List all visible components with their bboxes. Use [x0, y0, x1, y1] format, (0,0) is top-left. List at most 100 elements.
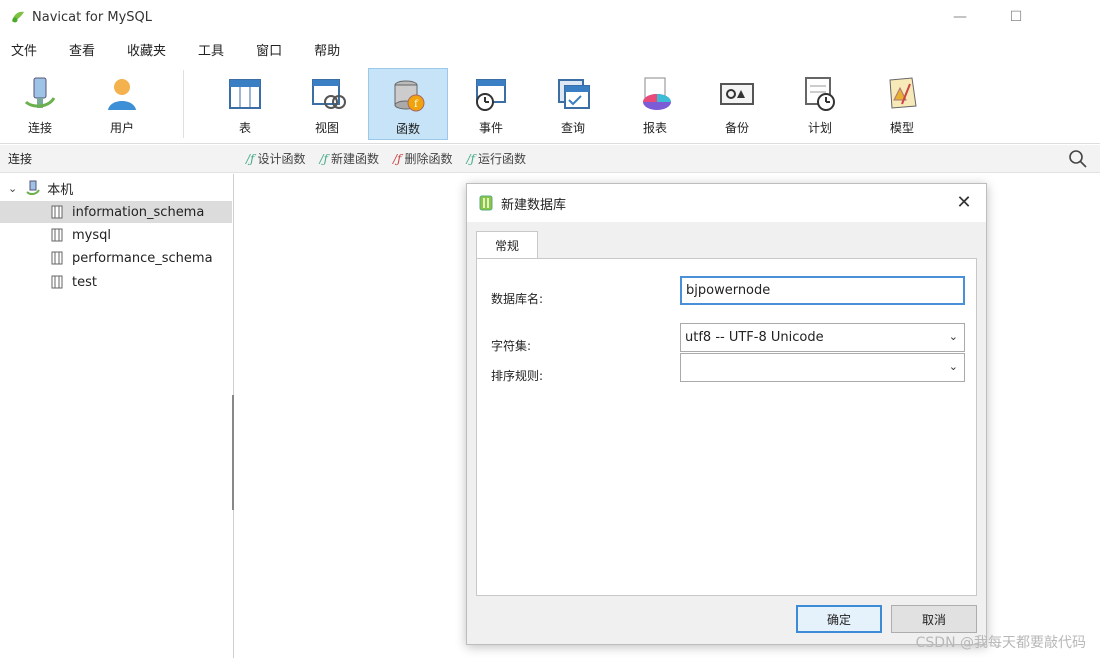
toolbar-report-button[interactable]: 报表: [615, 68, 695, 140]
function-new-icon: /ƒ: [319, 151, 328, 166]
connection-tree: ⌄ 本机 information_schema mysql performanc…: [0, 174, 234, 658]
run-function-label: 运行函数: [477, 152, 526, 166]
pane-splitter[interactable]: [232, 395, 238, 510]
general-tab-panel: 数据库名: bjpowernode 字符集: utf8 -- UTF-8 Uni…: [476, 258, 977, 596]
chevron-down-icon: ⌄: [948, 330, 958, 343]
tree-item-label: mysql: [72, 227, 111, 243]
toolbar-schedule-label: 计划: [807, 121, 832, 135]
event-clock-icon: [476, 79, 506, 111]
menu-favorites[interactable]: 收藏夹: [116, 40, 177, 59]
charset-select[interactable]: utf8 -- UTF-8 Unicode ⌄: [680, 323, 965, 352]
tree-item-mysql[interactable]: mysql: [0, 224, 232, 246]
database-new-icon: [479, 195, 493, 211]
menu-bar: 文件 查看 收藏夹 工具 窗口 帮助: [0, 36, 1100, 62]
toolbar-event-label: 事件: [478, 121, 503, 135]
toolbar-user-label: 用户: [109, 121, 134, 135]
new-function-label: 新建函数: [330, 152, 379, 166]
tree-connection-label: 本机: [47, 182, 74, 198]
cancel-button[interactable]: 取消: [891, 605, 977, 633]
toolbar-function-label: 函数: [395, 122, 420, 136]
object-toolbar: 连接 /ƒ 设计函数 /ƒ 新建函数 /ƒ 删除函数 /ƒ 运行函数: [0, 145, 1100, 173]
menu-help[interactable]: 帮助: [303, 40, 351, 59]
dialog-title: 新建数据库: [501, 197, 567, 213]
db-name-input[interactable]: bjpowernode: [680, 276, 965, 305]
charset-label: 字符集:: [491, 339, 532, 353]
toolbar-model-button[interactable]: 模型: [862, 68, 942, 140]
collation-select[interactable]: ⌄: [680, 353, 965, 382]
report-icon: [643, 77, 671, 110]
search-icon[interactable]: [1068, 149, 1088, 169]
model-icon: [889, 77, 917, 109]
toolbar-report-label: 报表: [642, 121, 667, 135]
run-function-button[interactable]: /ƒ 运行函数: [467, 150, 527, 167]
toolbar-query-label: 查询: [560, 121, 585, 135]
menu-file[interactable]: 文件: [0, 40, 48, 59]
toolbar-backup-button[interactable]: 备份: [697, 68, 777, 140]
toolbar-event-button[interactable]: 事件: [451, 68, 531, 140]
function-delete-icon: /ƒ: [393, 151, 402, 166]
tree-item-label: test: [72, 274, 97, 290]
main-toolbar: 连接 用户 表 视图 f 函数 事件 查询 报表 备份 计划 模型: [0, 64, 1100, 144]
database-icon: [51, 205, 63, 219]
toolbar-user-button[interactable]: 用户: [82, 68, 162, 140]
function-run-icon: /ƒ: [466, 151, 475, 166]
tree-item-label: performance_schema: [72, 250, 213, 266]
chevron-down-icon: ⌄: [948, 360, 958, 373]
function-icon: f: [394, 80, 425, 112]
delete-function-label: 删除函数: [404, 152, 453, 166]
tree-item-label: information_schema: [72, 204, 205, 220]
user-icon: [108, 79, 136, 110]
schedule-icon: [805, 77, 835, 111]
title-bar: Navicat for MySQL — ☐: [0, 0, 1100, 34]
collation-label: 排序规则:: [491, 369, 544, 383]
toolbar-schedule-button[interactable]: 计划: [780, 68, 860, 140]
watermark: CSDN @我每天都要敲代码: [915, 635, 1086, 651]
table-icon: [229, 79, 261, 109]
tab-general[interactable]: 常规: [476, 231, 538, 259]
toolbar-table-label: 表: [238, 121, 251, 135]
toolbar-separator: [183, 70, 184, 138]
chevron-down-icon[interactable]: ⌄: [8, 182, 17, 195]
close-window-button[interactable]: [1044, 0, 1100, 34]
database-icon: [51, 251, 63, 265]
dialog-title-bar: 新建数据库 ✕: [467, 184, 986, 222]
plug-icon: [24, 77, 56, 108]
view-icon: [312, 79, 346, 109]
navicat-logo-icon: [12, 11, 24, 23]
query-icon: [558, 79, 590, 109]
maximize-button[interactable]: ☐: [988, 0, 1044, 34]
new-function-button[interactable]: /ƒ 新建函数: [320, 150, 380, 167]
tree-item-test[interactable]: test: [0, 271, 232, 293]
backup-icon: [720, 83, 754, 105]
database-icon: [51, 228, 63, 242]
charset-select-value: utf8 -- UTF-8 Unicode: [685, 330, 824, 345]
db-name-label: 数据库名:: [491, 292, 544, 306]
function-design-icon: /ƒ: [246, 151, 255, 166]
toolbar-view-button[interactable]: 视图: [287, 68, 367, 140]
tree-item-performance-schema[interactable]: performance_schema: [0, 247, 232, 269]
toolbar-view-label: 视图: [314, 121, 339, 135]
ok-button[interactable]: 确定: [796, 605, 882, 633]
menu-window[interactable]: 窗口: [245, 40, 293, 59]
menu-view[interactable]: 查看: [58, 40, 106, 59]
toolbar-connect-button[interactable]: 连接: [0, 68, 80, 140]
close-icon[interactable]: ✕: [954, 193, 974, 213]
design-function-label: 设计函数: [257, 152, 306, 166]
tree-connection-local[interactable]: ⌄ 本机: [0, 177, 232, 199]
window-title: Navicat for MySQL: [32, 9, 152, 25]
toolbar-query-button[interactable]: 查询: [533, 68, 613, 140]
database-icon: [51, 275, 63, 289]
connection-plug-icon: [26, 180, 41, 196]
connection-pane-label: 连接: [8, 152, 33, 166]
new-database-dialog: 新建数据库 ✕ 常规 数据库名: bjpowernode 字符集: utf8 -…: [466, 183, 987, 645]
tree-item-information-schema[interactable]: information_schema: [0, 201, 232, 223]
toolbar-connect-label: 连接: [27, 121, 52, 135]
delete-function-button[interactable]: /ƒ 删除函数: [393, 150, 453, 167]
toolbar-model-label: 模型: [889, 121, 914, 135]
minimize-button[interactable]: —: [932, 0, 988, 34]
toolbar-backup-label: 备份: [724, 121, 749, 135]
toolbar-table-button[interactable]: 表: [205, 68, 285, 140]
toolbar-function-button[interactable]: f 函数: [368, 68, 448, 140]
menu-tools[interactable]: 工具: [187, 40, 235, 59]
design-function-button[interactable]: /ƒ 设计函数: [246, 150, 306, 167]
